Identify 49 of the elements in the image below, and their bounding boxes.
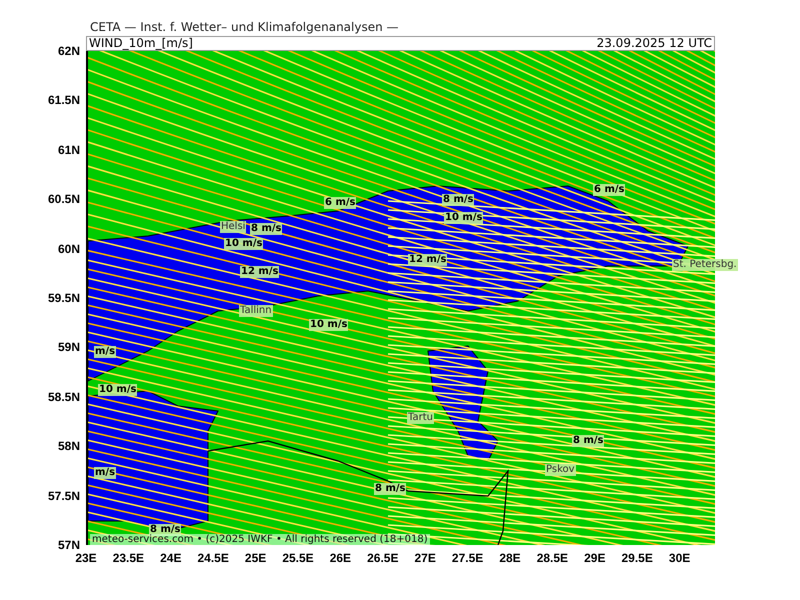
longitude-tick-label: 24E [159, 551, 182, 565]
wind-speed-label: 8 m/s [250, 223, 282, 235]
latitude-tick-label: 60N [58, 242, 80, 256]
wind-speed-label: 6 m/s [324, 197, 356, 209]
longitude-tick-label: 30E [668, 551, 692, 565]
wind-speed-label: 8 m/s [442, 194, 474, 206]
longitude-tick-label: 28E [498, 551, 522, 565]
longitude-tick-label: 29.5E [620, 551, 654, 565]
city-label: Tartu [407, 412, 434, 424]
wind-speed-label: 10 m/s [98, 384, 138, 396]
latitude-tick-label: 59N [58, 340, 80, 354]
longitude-tick-label: 27E [414, 551, 437, 565]
valid-time: 23.09.2025 12 UTC [596, 37, 712, 50]
latitude-tick-label: 57.5N [48, 488, 80, 503]
wind-speed-label: 10 m/s [309, 319, 348, 331]
wind-speed-label: 10 m/s [224, 238, 264, 250]
longitude-tick-label: 25E [244, 551, 268, 565]
wind-speed-label: 12 m/s [240, 266, 280, 278]
wind-speed-label: 6 m/s [593, 184, 626, 196]
wind-speed-label: 12 m/s [408, 254, 448, 266]
latitude-tick-label: 59.5N [48, 291, 80, 305]
wind-speed-label: m/s [94, 346, 116, 358]
city-label: St. Petersbg. [672, 259, 738, 271]
longitude-tick-label: 23.5E [112, 551, 146, 565]
wind-speed-label: 8 m/s [374, 483, 406, 495]
wind-speed-label: 8 m/s [572, 435, 604, 447]
latitude-tick-label: 60.5N [48, 192, 80, 206]
longitude-tick-label: 29E [583, 551, 606, 565]
longitude-tick-label: 23E [74, 551, 98, 565]
city-label: Helsi [220, 221, 246, 233]
longitude-tick-label: 24.5E [196, 551, 230, 565]
latitude-tick-label: 61N [58, 142, 80, 157]
city-label: Tallinn [239, 305, 273, 317]
longitude-tick-label: 28.5E [536, 551, 570, 565]
wind-speed-label: m/s [94, 467, 116, 479]
city-label: Pskov [545, 464, 576, 476]
longitude-tick-label: 26.5E [366, 551, 400, 565]
longitude-tick-label: 25.5E [281, 551, 315, 565]
field-label: WIND_10m_[m/s] [89, 37, 193, 50]
chart-title: CETA — Inst. f. Wetter– und Klimafolgenanalysen — [89, 19, 400, 36]
longitude-tick-label: 27.5E [450, 551, 484, 565]
copyright-text: meteo-services.com • (c)2025 IWKF • All rights reserved (18+018) [90, 534, 430, 545]
latitude-tick-label: 58.5N [48, 390, 80, 404]
latitude-tick-label: 57N [58, 538, 80, 552]
latitude-tick-label: 61.5N [48, 93, 80, 108]
longitude-tick-label: 26E [328, 551, 352, 565]
wind-speed-label: 10 m/s [444, 212, 484, 224]
latitude-tick-label: 58N [58, 439, 80, 454]
latitude-tick-label: 62N [58, 44, 80, 58]
